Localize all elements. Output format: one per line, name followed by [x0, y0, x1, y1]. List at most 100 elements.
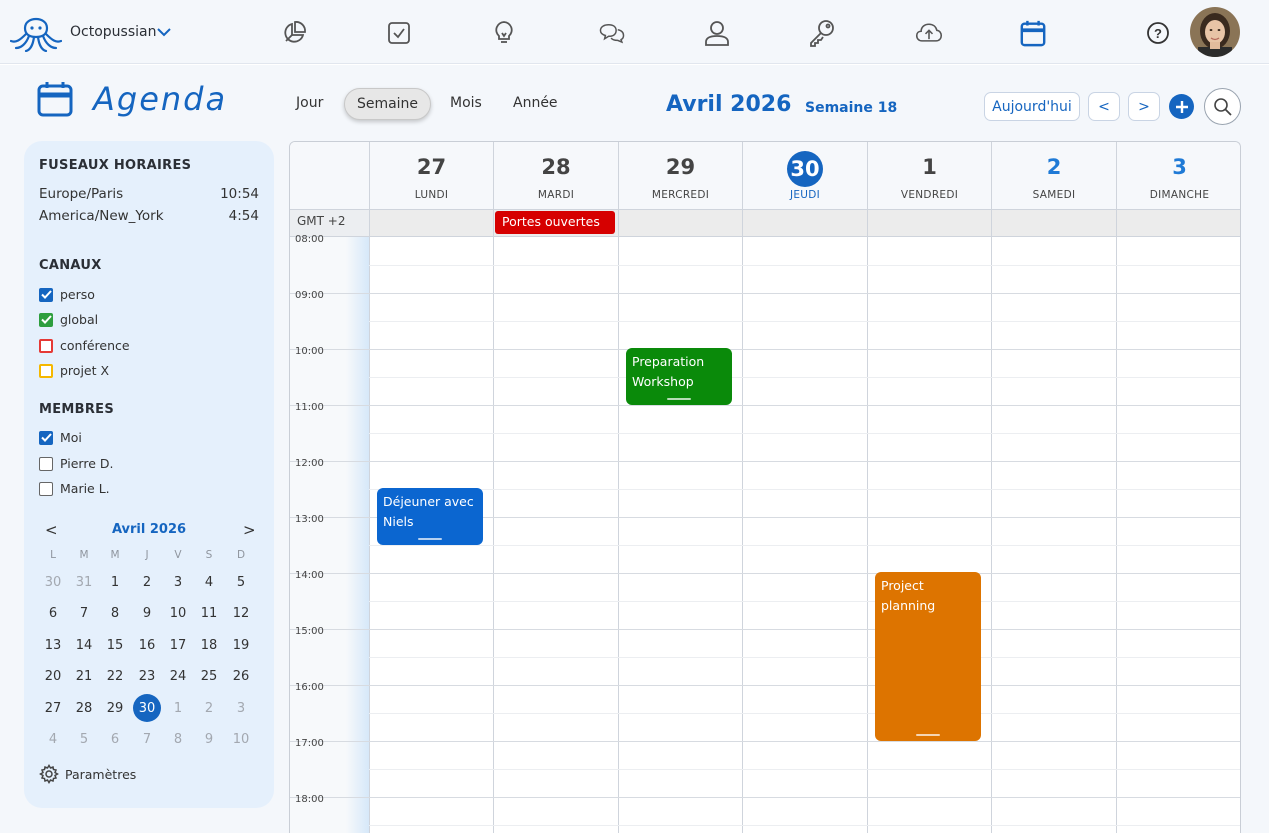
resize-handle[interactable] — [916, 734, 940, 736]
calendar-event[interactable]: Déjeuner avec Niels — [377, 488, 483, 545]
mini-calendar-day[interactable]: 9 — [195, 725, 223, 753]
member-marie-checkbox[interactable]: Marie L. — [39, 481, 110, 496]
day-header[interactable]: 28 MARDI — [493, 142, 618, 209]
mini-calendar-day[interactable]: 2 — [133, 568, 161, 596]
mini-calendar-next-button[interactable]: > — [243, 521, 256, 539]
mini-calendar-day[interactable]: 27 — [39, 694, 67, 722]
view-tab-jour[interactable]: Jour — [296, 95, 323, 111]
keys-icon[interactable] — [808, 19, 836, 47]
channel-conference-checkbox[interactable]: conférence — [39, 338, 130, 353]
all-day-cell[interactable] — [867, 209, 991, 237]
workspace-name[interactable]: Octopussian — [70, 24, 156, 40]
mini-calendar-day[interactable]: 20 — [39, 662, 67, 690]
checkbox-checked-icon[interactable] — [39, 430, 53, 445]
all-day-cell[interactable] — [742, 209, 867, 237]
member-moi-checkbox[interactable]: Moi — [39, 430, 82, 445]
chat-icon[interactable] — [598, 19, 626, 47]
mini-calendar-day[interactable]: 18 — [195, 631, 223, 659]
view-tab-semaine[interactable]: Semaine — [344, 88, 431, 120]
mini-calendar-day[interactable]: 7 — [133, 725, 161, 753]
mini-calendar-day[interactable]: 28 — [70, 694, 98, 722]
mini-calendar-day[interactable]: 5 — [70, 725, 98, 753]
previous-week-button[interactable]: < — [1088, 92, 1120, 121]
mini-calendar-day[interactable]: 4 — [39, 725, 67, 753]
all-day-cell[interactable] — [369, 209, 493, 237]
help-icon[interactable]: ? — [1144, 19, 1172, 47]
mini-calendar-day[interactable]: 9 — [133, 599, 161, 627]
mini-calendar-day[interactable]: 24 — [164, 662, 192, 690]
view-tab-annee[interactable]: Année — [513, 95, 558, 111]
day-number[interactable]: 3 — [1117, 155, 1240, 179]
chevron-down-icon[interactable] — [157, 27, 171, 37]
mini-calendar-day[interactable]: 31 — [70, 568, 98, 596]
mini-calendar-day[interactable]: 6 — [39, 599, 67, 627]
mini-calendar-day[interactable]: 1 — [101, 568, 129, 596]
contacts-icon[interactable] — [703, 19, 731, 47]
tasks-icon[interactable] — [385, 19, 413, 47]
mini-calendar-day[interactable]: 16 — [133, 631, 161, 659]
mini-calendar-day[interactable]: 3 — [164, 568, 192, 596]
mini-calendar-day[interactable]: 6 — [101, 725, 129, 753]
dashboard-icon[interactable] — [280, 19, 308, 47]
mini-calendar-day[interactable]: 17 — [164, 631, 192, 659]
checkbox-unchecked-icon[interactable] — [39, 481, 53, 496]
day-number[interactable]: 1 — [868, 155, 991, 179]
mini-calendar-day[interactable]: 8 — [101, 599, 129, 627]
view-tab-mois[interactable]: Mois — [450, 95, 482, 111]
checkbox-unchecked-icon[interactable] — [39, 363, 53, 378]
mini-calendar-day[interactable]: 13 — [39, 631, 67, 659]
channel-projet-x-checkbox[interactable]: projet X — [39, 363, 109, 378]
today-button[interactable]: Aujourd'hui — [984, 92, 1080, 121]
mini-calendar-day[interactable]: 21 — [70, 662, 98, 690]
mini-calendar-day[interactable]: 25 — [195, 662, 223, 690]
mini-calendar-day[interactable]: 7 — [70, 599, 98, 627]
day-header[interactable]: 3 DIMANCHE — [1116, 142, 1240, 209]
day-header[interactable]: 2 SAMEDI — [991, 142, 1116, 209]
mini-calendar-day[interactable]: 19 — [227, 631, 255, 659]
checkbox-checked-icon[interactable] — [39, 312, 53, 327]
day-header[interactable]: 29 MERCREDI — [618, 142, 742, 209]
mini-calendar-day[interactable]: 1 — [164, 694, 192, 722]
octopus-logo-icon[interactable] — [10, 10, 62, 52]
all-day-cell[interactable] — [618, 209, 742, 237]
mini-calendar-day[interactable]: 8 — [164, 725, 192, 753]
checkbox-checked-icon[interactable] — [39, 287, 53, 302]
mini-calendar-day[interactable]: 14 — [70, 631, 98, 659]
add-event-button[interactable] — [1169, 94, 1194, 119]
all-day-cell[interactable] — [1116, 209, 1240, 237]
day-number[interactable]: 29 — [619, 155, 742, 179]
channel-perso-checkbox[interactable]: perso — [39, 287, 95, 302]
mini-calendar-day[interactable]: 15 — [101, 631, 129, 659]
day-number[interactable]: 2 — [992, 155, 1116, 179]
calendar-event[interactable]: Project planning — [875, 572, 981, 741]
channel-global-checkbox[interactable]: global — [39, 312, 98, 327]
mini-calendar-day[interactable]: 22 — [101, 662, 129, 690]
next-week-button[interactable]: > — [1128, 92, 1160, 121]
cloud-upload-icon[interactable] — [915, 19, 943, 47]
mini-calendar-day-selected[interactable]: 30 — [133, 694, 161, 722]
day-number[interactable]: 27 — [370, 155, 493, 179]
mini-calendar-day[interactable]: 10 — [164, 599, 192, 627]
settings-button[interactable]: Paramètres — [39, 764, 136, 784]
mini-calendar-day[interactable]: 2 — [195, 694, 223, 722]
member-pierre-checkbox[interactable]: Pierre D. — [39, 456, 113, 471]
calendar-icon[interactable] — [1019, 19, 1047, 47]
day-header[interactable]: 1 VENDREDI — [867, 142, 991, 209]
checkbox-unchecked-icon[interactable] — [39, 456, 53, 471]
mini-calendar-day[interactable]: 30 — [39, 568, 67, 596]
calendar-event[interactable]: Preparation Workshop — [626, 348, 732, 405]
mini-calendar-day[interactable]: 29 — [101, 694, 129, 722]
mini-calendar-day[interactable]: 5 — [227, 568, 255, 596]
all-day-event[interactable]: Portes ouvertes — [495, 211, 615, 234]
avatar[interactable] — [1190, 7, 1240, 57]
day-header[interactable]: 30 JEUDI — [742, 142, 867, 209]
day-number[interactable]: 28 — [494, 155, 618, 179]
mini-calendar-day[interactable]: 11 — [195, 599, 223, 627]
mini-calendar-day[interactable]: 23 — [133, 662, 161, 690]
mini-calendar-day[interactable]: 4 — [195, 568, 223, 596]
resize-handle[interactable] — [418, 538, 442, 540]
mini-calendar-day[interactable]: 26 — [227, 662, 255, 690]
ideas-icon[interactable] — [490, 19, 518, 47]
resize-handle[interactable] — [667, 398, 691, 400]
search-button[interactable] — [1204, 88, 1241, 125]
